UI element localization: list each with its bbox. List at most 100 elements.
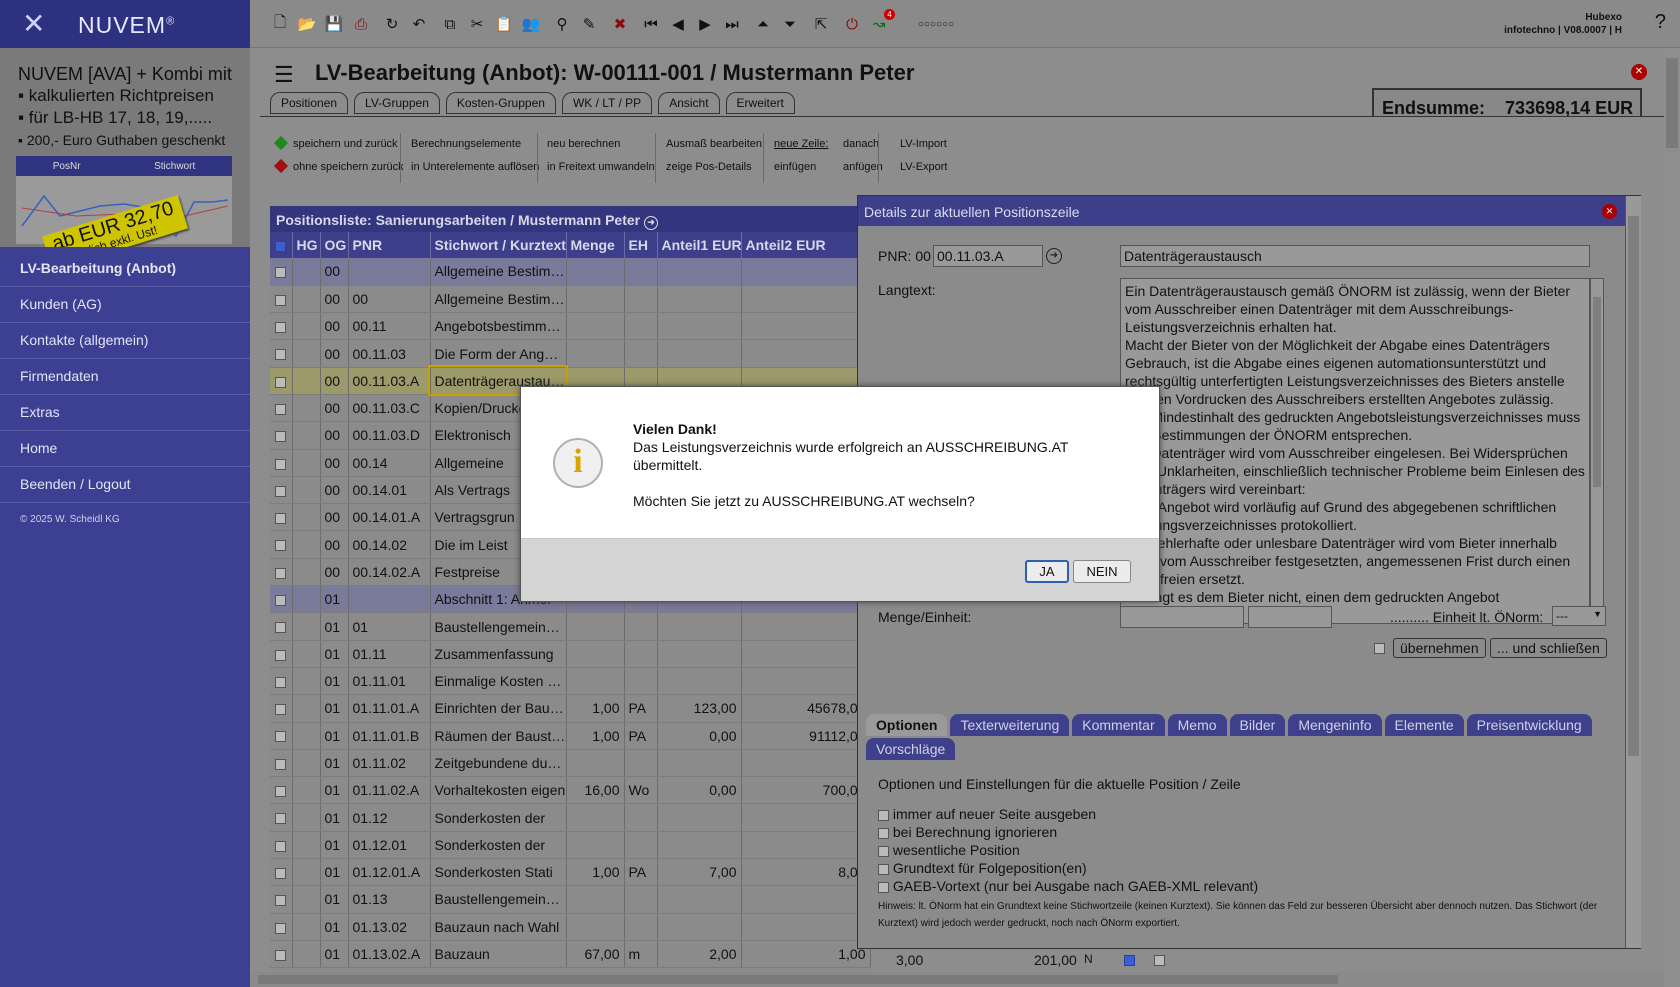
cell-hg[interactable]	[292, 285, 321, 314]
cell-menge[interactable]	[566, 885, 625, 914]
einheit-onorm-select[interactable]: --- ▼	[1552, 606, 1606, 626]
table-row[interactable]: 00 00.11.03 Die Form der Angebote	[270, 339, 871, 368]
cell-og[interactable]: 01	[320, 913, 349, 941]
cell-a1[interactable]: 2,00	[657, 940, 742, 969]
recalc-button[interactable]: neu berechnen	[547, 133, 655, 156]
cell-a1[interactable]	[657, 285, 742, 314]
row-checkbox[interactable]	[275, 267, 287, 279]
column-header[interactable]: OG	[320, 232, 349, 258]
help-icon[interactable]: ?	[1655, 11, 1666, 34]
column-header[interactable]: PNR	[348, 232, 431, 258]
pnr-field[interactable]: 00.11.03.A	[933, 245, 1043, 267]
table-row[interactable]: 01 01.12.01.A Sonderkosten Stati 1,00 PA 7,00…	[270, 858, 871, 887]
insert-button[interactable]: einfügen	[774, 156, 828, 179]
cell-hg[interactable]	[292, 339, 321, 368]
cell-og[interactable]: 01	[320, 749, 349, 778]
resolve-sub-button[interactable]: in Unterelemente auflösen	[411, 156, 539, 179]
cell-a2[interactable]	[741, 339, 871, 368]
cell-text[interactable]: Einmalige Kosten der	[430, 667, 567, 696]
cell-hg[interactable]	[292, 421, 321, 450]
cell-a1[interactable]: 123,00	[657, 694, 742, 723]
cell-menge[interactable]	[566, 749, 625, 778]
cell-eh[interactable]	[624, 285, 658, 314]
cell-hg[interactable]	[292, 913, 321, 941]
row-checkbox[interactable]	[275, 758, 287, 770]
row-checkbox[interactable]	[275, 458, 287, 470]
cell-hg[interactable]	[292, 558, 321, 587]
cell-a2[interactable]: 700,00	[741, 776, 871, 805]
cell-menge[interactable]	[566, 312, 625, 341]
nav-item-firmendaten[interactable]: Firmendaten	[0, 359, 250, 395]
cell-text[interactable]: Die Form der Angebote	[430, 339, 567, 368]
cell-a2[interactable]	[741, 258, 871, 286]
cell-a1[interactable]: 0,00	[657, 776, 742, 805]
delete-icon[interactable]: ✖	[610, 14, 630, 34]
print-icon[interactable]: ⎙	[351, 14, 371, 34]
collapse-icon[interactable]: ⏶	[753, 14, 773, 34]
table-row[interactable]: 01 01.11.01 Einmalige Kosten der	[270, 667, 871, 696]
cell-pnr[interactable]: 01	[348, 612, 431, 641]
edit-icon[interactable]: ✎	[579, 14, 599, 34]
schliessen-button[interactable]: ... und schließen	[1490, 638, 1607, 658]
tab-kosten-gruppen[interactable]: Kosten-Gruppen	[445, 92, 556, 114]
cell-hg[interactable]	[292, 694, 321, 723]
cell-text[interactable]: Zeitgebundene durch	[430, 749, 567, 778]
select-all-checkbox-header[interactable]	[270, 232, 293, 258]
tab-optionen[interactable]: Optionen	[866, 714, 948, 736]
cell-menge[interactable]: 67,00	[566, 940, 625, 969]
sync-icon[interactable]: ↝ 4	[869, 9, 895, 34]
cell-text[interactable]: Baustellengemeinkosten	[430, 612, 567, 641]
cell-og[interactable]: 01	[320, 831, 349, 860]
cell-eh[interactable]: PA	[624, 694, 658, 723]
cell-a2[interactable]	[741, 803, 871, 832]
cell-og[interactable]: 01	[320, 722, 349, 750]
row-checkbox[interactable]	[275, 540, 287, 552]
cell-og[interactable]: 00	[320, 339, 349, 368]
copy-icon[interactable]: ⧉	[440, 14, 460, 34]
cell-og[interactable]: 00	[320, 394, 349, 423]
cell-og[interactable]: 01	[320, 640, 349, 668]
cell-menge[interactable]	[566, 831, 625, 860]
cell-hg[interactable]	[292, 640, 321, 668]
lv-import-button[interactable]: LV-Import	[900, 133, 948, 156]
cell-a1[interactable]	[657, 667, 742, 696]
cell-menge[interactable]	[566, 913, 625, 941]
to-freetext-button[interactable]: in Freitext umwandeln	[547, 156, 655, 179]
table-row[interactable]: 01 01.11 Zusammenfassung	[270, 640, 871, 668]
cell-a2[interactable]	[741, 913, 871, 941]
hamburger-menu-icon[interactable]: ☰	[274, 62, 294, 88]
expand-icon[interactable]: ⏷	[780, 14, 800, 34]
cell-eh[interactable]	[624, 339, 658, 368]
cell-og[interactable]: 00	[320, 476, 349, 505]
cell-hg[interactable]	[292, 367, 321, 395]
row-checkbox[interactable]	[275, 431, 287, 443]
cell-pnr[interactable]: 00	[348, 285, 431, 314]
table-row[interactable]: 01 01.12.01 Sonderkosten der	[270, 831, 871, 860]
cell-a1[interactable]	[657, 913, 742, 941]
cell-a1[interactable]: 7,00	[657, 858, 742, 887]
cell-hg[interactable]	[292, 449, 321, 477]
cell-og[interactable]: 00	[320, 558, 349, 587]
cell-a2[interactable]	[741, 612, 871, 641]
cell-hg[interactable]	[292, 803, 321, 832]
tab-erweitert[interactable]: Erweitert	[725, 92, 795, 114]
cell-pnr[interactable]: 01.11.01.B	[348, 722, 431, 750]
cell-a2[interactable]: 45678,00	[741, 694, 871, 723]
tab-mengeninfo[interactable]: Mengeninfo	[1288, 714, 1382, 736]
tab-elemente[interactable]: Elemente	[1384, 714, 1464, 736]
prev-icon[interactable]: ◀	[668, 14, 688, 34]
cell-menge[interactable]	[566, 803, 625, 832]
cell-text[interactable]: Zusammenfassung	[430, 640, 567, 668]
cut-icon[interactable]: ✂	[467, 14, 487, 34]
first-icon[interactable]: ⏮	[641, 14, 661, 34]
cell-a1[interactable]: 0,00	[657, 722, 742, 750]
cell-menge[interactable]: 1,00	[566, 722, 625, 750]
uebernehmen-button[interactable]: übernehmen	[1393, 638, 1486, 658]
cell-og[interactable]: 00	[320, 312, 349, 341]
cell-pnr[interactable]: 00.11.03.D	[348, 421, 431, 450]
cell-menge[interactable]	[566, 258, 625, 286]
cell-hg[interactable]	[292, 612, 321, 641]
page-vscroll[interactable]	[1664, 48, 1680, 972]
yes-button[interactable]: JA	[1025, 560, 1069, 583]
cell-a1[interactable]	[657, 885, 742, 914]
